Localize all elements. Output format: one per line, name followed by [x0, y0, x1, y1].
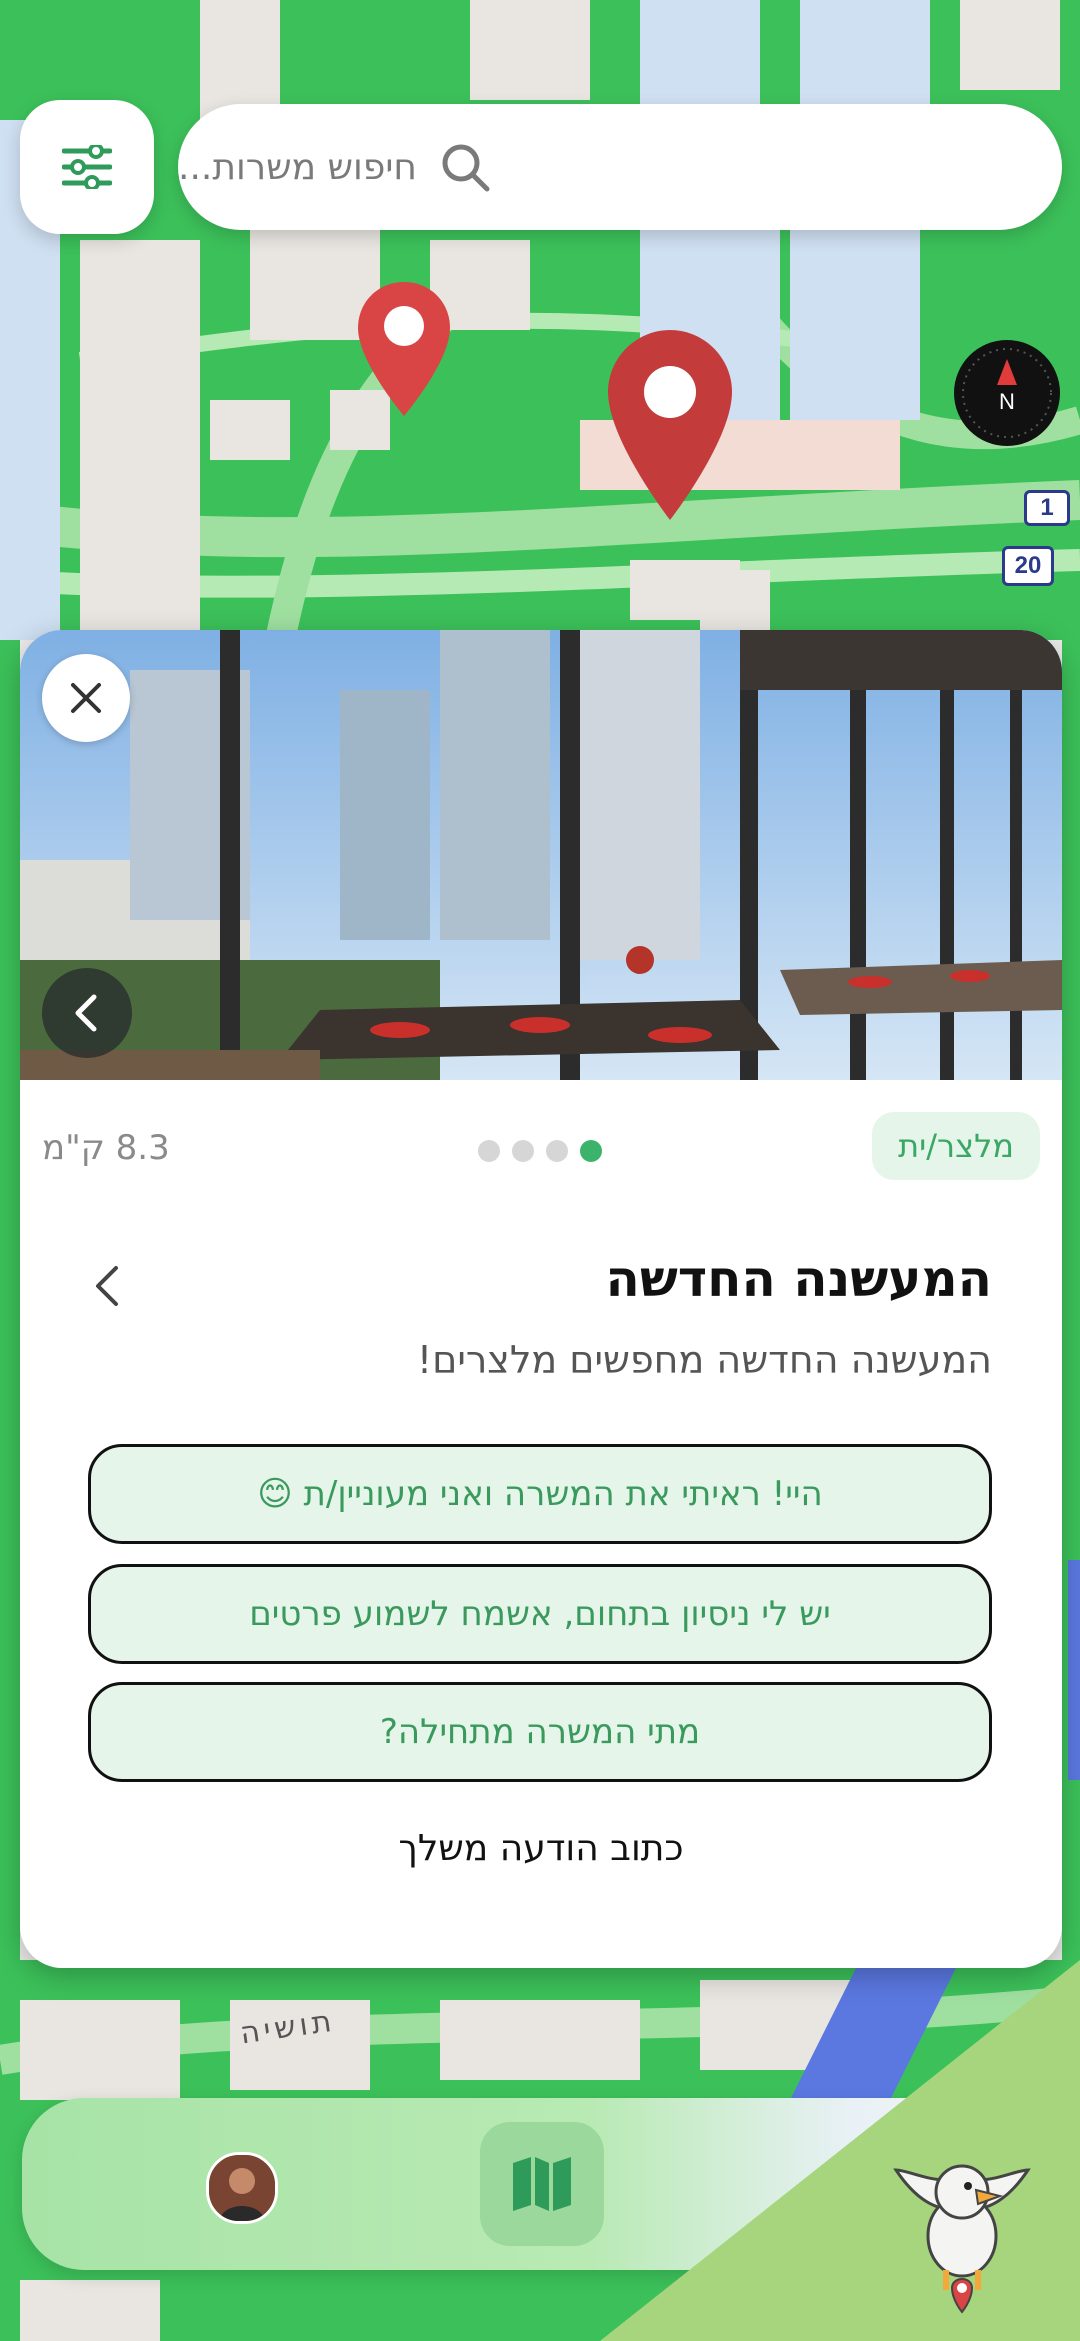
filter-sliders-icon — [62, 145, 112, 189]
write-own-message-link[interactable]: כתוב הודעה משלך — [20, 1828, 1062, 1869]
quick-reply-button[interactable]: היי! ראיתי את המשרה ואני מעוניין/ת 😊 — [88, 1444, 992, 1544]
pagination-dot[interactable] — [512, 1140, 534, 1162]
chevron-left-icon[interactable] — [92, 1264, 122, 1308]
chevron-left-icon — [75, 994, 97, 1032]
search-input[interactable]: חיפוש משרות... — [178, 104, 1062, 230]
card-meta-row: 8.3 ק"מ מלצר/ית — [20, 1106, 1062, 1196]
quick-reply-button[interactable]: מתי המשרה מתחילה? — [88, 1682, 992, 1782]
map-tab-button[interactable] — [480, 2122, 604, 2246]
photo-pagination[interactable] — [478, 1140, 602, 1162]
restaurant-photo[interactable] — [20, 630, 1062, 1080]
job-description: המעשנה החדשה מחפשים מלצרים! — [416, 1338, 992, 1382]
highway-sign-1: 1 — [1024, 490, 1070, 526]
compass-button[interactable]: N — [954, 340, 1060, 446]
pagination-dot[interactable] — [546, 1140, 568, 1162]
filter-button[interactable] — [20, 100, 154, 234]
compass-icon: N — [962, 348, 1052, 438]
previous-photo-button[interactable] — [42, 968, 132, 1058]
close-icon — [71, 683, 101, 713]
highway-sign-20: 20 — [1002, 546, 1054, 586]
profile-avatar[interactable] — [206, 2152, 278, 2224]
pagination-dot-active[interactable] — [580, 1140, 602, 1162]
job-role-badge: מלצר/ית — [872, 1112, 1040, 1180]
eagle-mascot-icon[interactable] — [876, 2140, 1048, 2320]
distance-label: 8.3 ק"מ — [42, 1128, 170, 1168]
job-card[interactable]: 8.3 ק"מ מלצר/ית המעשנה החדשה המעשנה החדש… — [20, 630, 1062, 1968]
close-button[interactable] — [42, 654, 130, 742]
map-icon — [513, 2157, 571, 2211]
quick-reply-button[interactable]: יש לי ניסיון בתחום, אשמח לשמוע פרטים — [88, 1564, 992, 1664]
card-title-row: המעשנה החדשה — [20, 1250, 1062, 1330]
business-title: המעשנה החדשה — [605, 1250, 992, 1308]
pagination-dot[interactable] — [478, 1140, 500, 1162]
map-pin-icon[interactable] — [358, 282, 450, 416]
search-icon — [442, 144, 490, 192]
avatar-image — [209, 2155, 275, 2221]
search-placeholder: חיפוש משרות... — [178, 146, 417, 188]
compass-north-label: N — [999, 389, 1015, 414]
map-pin-selected-icon[interactable] — [608, 330, 732, 520]
